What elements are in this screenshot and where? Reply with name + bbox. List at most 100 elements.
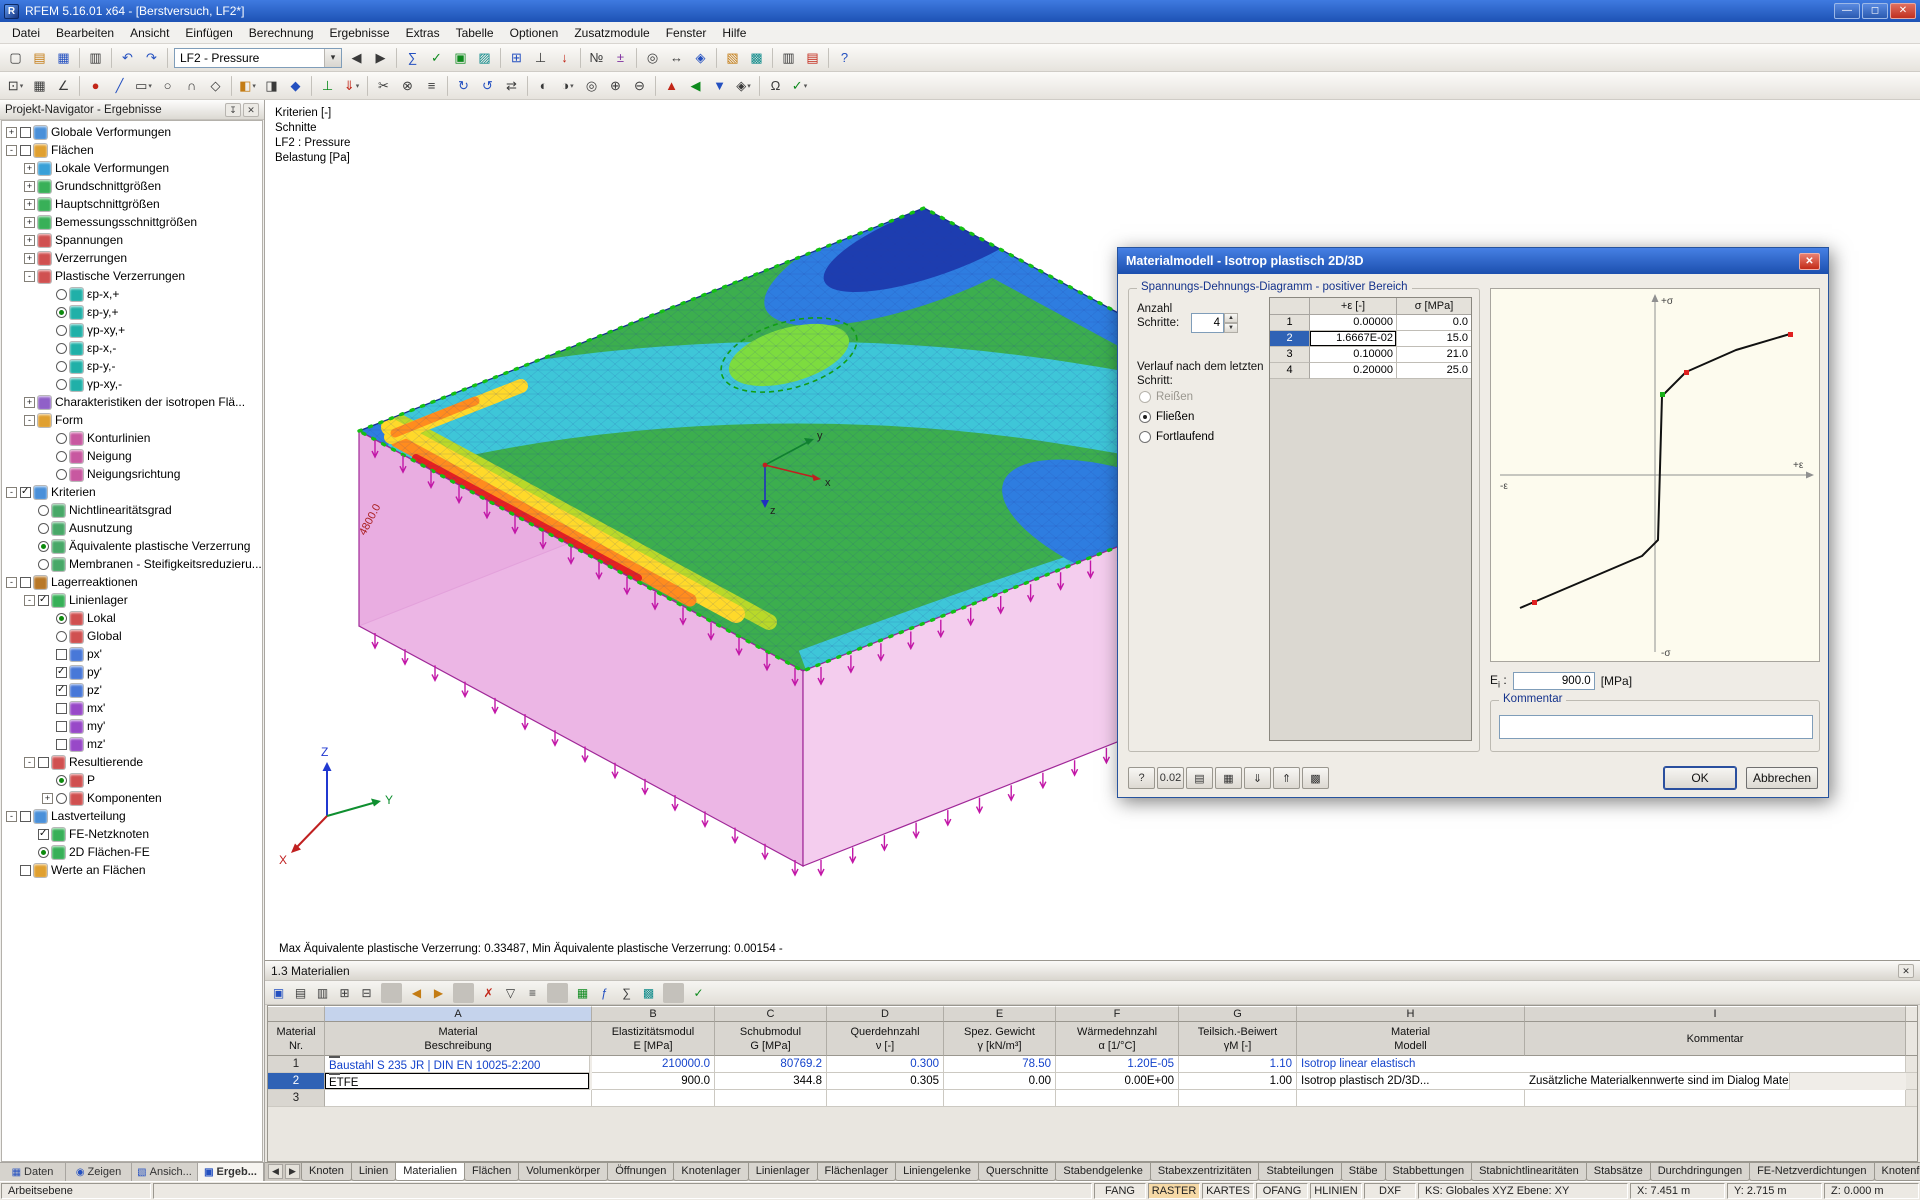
tree-item[interactable]: Lagerreaktionen bbox=[2, 573, 262, 591]
tree-item[interactable]: Verzerrungen bbox=[2, 249, 262, 267]
table-tab[interactable]: Stabteilungen bbox=[1258, 1163, 1342, 1181]
table-panel-header[interactable]: 1.3 Materialien ✕ bbox=[265, 961, 1920, 981]
item-control[interactable] bbox=[56, 360, 67, 372]
menu-item[interactable]: Tabelle bbox=[448, 24, 502, 42]
table-cell[interactable] bbox=[1297, 1090, 1525, 1107]
item-control[interactable] bbox=[20, 144, 31, 156]
expand-toggle-icon[interactable] bbox=[24, 216, 35, 228]
item-control[interactable] bbox=[56, 720, 67, 732]
filter-icon[interactable]: ▽ bbox=[500, 983, 521, 1003]
stress-strain-row[interactable]: 1 0.00000 0.0 bbox=[1270, 315, 1471, 331]
separator[interactable] bbox=[500, 47, 501, 68]
separator[interactable] bbox=[79, 75, 80, 96]
spin-up-icon[interactable]: ▲ bbox=[1224, 313, 1238, 323]
line-icon[interactable]: ╱ bbox=[108, 74, 131, 97]
excel-export-icon[interactable]: ▦ bbox=[572, 983, 593, 1003]
table-cell[interactable]: 1.00 bbox=[1179, 1073, 1297, 1090]
intersect-icon[interactable]: ⊗ bbox=[396, 74, 419, 97]
close-icon[interactable]: ✕ bbox=[1898, 963, 1914, 978]
tree-item[interactable]: Kriterien bbox=[2, 483, 262, 501]
table-tab[interactable]: Öffnungen bbox=[607, 1163, 675, 1181]
expand-toggle-icon[interactable] bbox=[6, 144, 17, 156]
insert-row-icon[interactable]: ⊞ bbox=[334, 983, 355, 1003]
shading-icon[interactable]: ◐ bbox=[532, 74, 555, 97]
expand-toggle-icon[interactable] bbox=[24, 756, 35, 768]
import-button[interactable]: ⇓ bbox=[1244, 767, 1271, 789]
menu-item[interactable]: Bearbeiten bbox=[48, 24, 122, 42]
spin-down-icon[interactable]: ▼ bbox=[1224, 323, 1238, 333]
radio-option[interactable]: Fließen bbox=[1139, 407, 1214, 427]
table-tab[interactable]: Flächen bbox=[464, 1163, 520, 1181]
separator[interactable] bbox=[311, 75, 312, 96]
table-tab[interactable]: Stäbe bbox=[1340, 1163, 1386, 1181]
separator[interactable] bbox=[167, 47, 168, 68]
separator[interactable] bbox=[527, 75, 528, 96]
tree-item[interactable]: γp-xy,- bbox=[2, 375, 262, 393]
tree-item[interactable]: Lastverteilung bbox=[2, 807, 262, 825]
circle-icon[interactable]: ○ bbox=[156, 74, 179, 97]
separator[interactable] bbox=[772, 47, 773, 68]
tree-item[interactable]: Werte an Flächen bbox=[2, 861, 262, 879]
previous-load-case-icon[interactable]: ◀ bbox=[345, 46, 368, 69]
menu-item[interactable]: Fenster bbox=[658, 24, 715, 42]
result-values-icon[interactable]: ▨ bbox=[473, 46, 496, 69]
tab-scroll-icon[interactable]: ◀ bbox=[268, 1164, 283, 1179]
tree-item[interactable]: Flächen bbox=[2, 141, 262, 159]
mirror-icon[interactable]: ⇄ bbox=[500, 74, 523, 97]
table-cell[interactable]: 344.8 bbox=[715, 1073, 827, 1090]
menu-item[interactable]: Berechnung bbox=[241, 24, 322, 42]
tree-item[interactable]: εp-x,+ bbox=[2, 285, 262, 303]
result-filter-icon[interactable]: ≡ bbox=[522, 983, 543, 1003]
table-cell[interactable]: 80769.2 bbox=[715, 1056, 827, 1073]
table-cell[interactable]: 2 bbox=[268, 1073, 325, 1090]
expand-toggle-icon[interactable] bbox=[24, 180, 35, 192]
item-control[interactable] bbox=[56, 792, 67, 804]
item-control[interactable] bbox=[56, 324, 67, 336]
item-control[interactable] bbox=[56, 774, 67, 786]
snap-toggle[interactable]: KARTES bbox=[1202, 1183, 1254, 1199]
table-tab[interactable]: FE-Netzverdichtungen bbox=[1749, 1163, 1875, 1181]
separator[interactable] bbox=[547, 982, 568, 1003]
rotate-view-icon[interactable]: ↻ bbox=[452, 74, 475, 97]
menu-item[interactable]: Ansicht bbox=[122, 24, 177, 42]
navigator-tab[interactable]: ▦ Daten bbox=[0, 1163, 66, 1181]
item-control[interactable] bbox=[56, 612, 67, 624]
table-cell[interactable] bbox=[1906, 1090, 1917, 1107]
navigator-tab[interactable]: ◉ Zeigen bbox=[66, 1163, 132, 1181]
column-letter[interactable]: D bbox=[827, 1006, 944, 1022]
table-cell[interactable] bbox=[1906, 1056, 1917, 1073]
dialog-title-bar[interactable]: Materialmodell - Isotrop plastisch 2D/3D… bbox=[1118, 248, 1828, 274]
angle-icon[interactable]: ∠ bbox=[52, 74, 75, 97]
separator[interactable] bbox=[759, 75, 760, 96]
expand-toggle-icon[interactable] bbox=[24, 234, 35, 246]
item-control[interactable] bbox=[56, 306, 67, 318]
tree-item[interactable]: εp-y,+ bbox=[2, 303, 262, 321]
surface-icon[interactable]: ◧ bbox=[236, 74, 259, 97]
snap-toggle[interactable]: DXF bbox=[1364, 1183, 1416, 1199]
cancel-button[interactable]: Abbrechen bbox=[1746, 767, 1818, 789]
table-cell[interactable]: Isotrop plastisch 2D/3D... bbox=[1297, 1073, 1562, 1090]
table-cell[interactable]: Isotrop linear elastisch bbox=[1297, 1056, 1562, 1073]
zoom-in-icon[interactable]: ⊕ bbox=[604, 74, 627, 97]
strain-cell[interactable]: 1.6667E-02 bbox=[1310, 331, 1397, 347]
table-tab[interactable]: Stabnichtlinearitäten bbox=[1471, 1163, 1587, 1181]
tree-item[interactable]: εp-x,- bbox=[2, 339, 262, 357]
menu-item[interactable]: Zusatzmodule bbox=[566, 24, 657, 42]
menu-item[interactable]: Optionen bbox=[502, 24, 567, 42]
tree-item[interactable]: Form bbox=[2, 411, 262, 429]
item-control[interactable] bbox=[20, 486, 31, 498]
column-letter[interactable]: E bbox=[944, 1006, 1056, 1022]
tree-item[interactable]: Globale Verformungen bbox=[2, 123, 262, 141]
pin-icon[interactable]: ↧ bbox=[225, 102, 241, 117]
special-tools-icon[interactable]: Ω bbox=[764, 74, 787, 97]
snap-toggle[interactable]: OFANG bbox=[1256, 1183, 1308, 1199]
column-letter[interactable]: B bbox=[592, 1006, 715, 1022]
table-tab[interactable]: Linien bbox=[350, 1163, 397, 1181]
delete-row-icon[interactable]: ⊟ bbox=[356, 983, 377, 1003]
table-cell[interactable] bbox=[1525, 1090, 1906, 1107]
tree-item[interactable]: Komponenten bbox=[2, 789, 262, 807]
column-view-icon[interactable]: ▥ bbox=[312, 983, 333, 1003]
material-model-dialog[interactable]: Materialmodell - Isotrop plastisch 2D/3D… bbox=[1117, 247, 1829, 798]
strain-cell[interactable]: 0.00000 bbox=[1310, 315, 1397, 331]
separator[interactable] bbox=[447, 75, 448, 96]
